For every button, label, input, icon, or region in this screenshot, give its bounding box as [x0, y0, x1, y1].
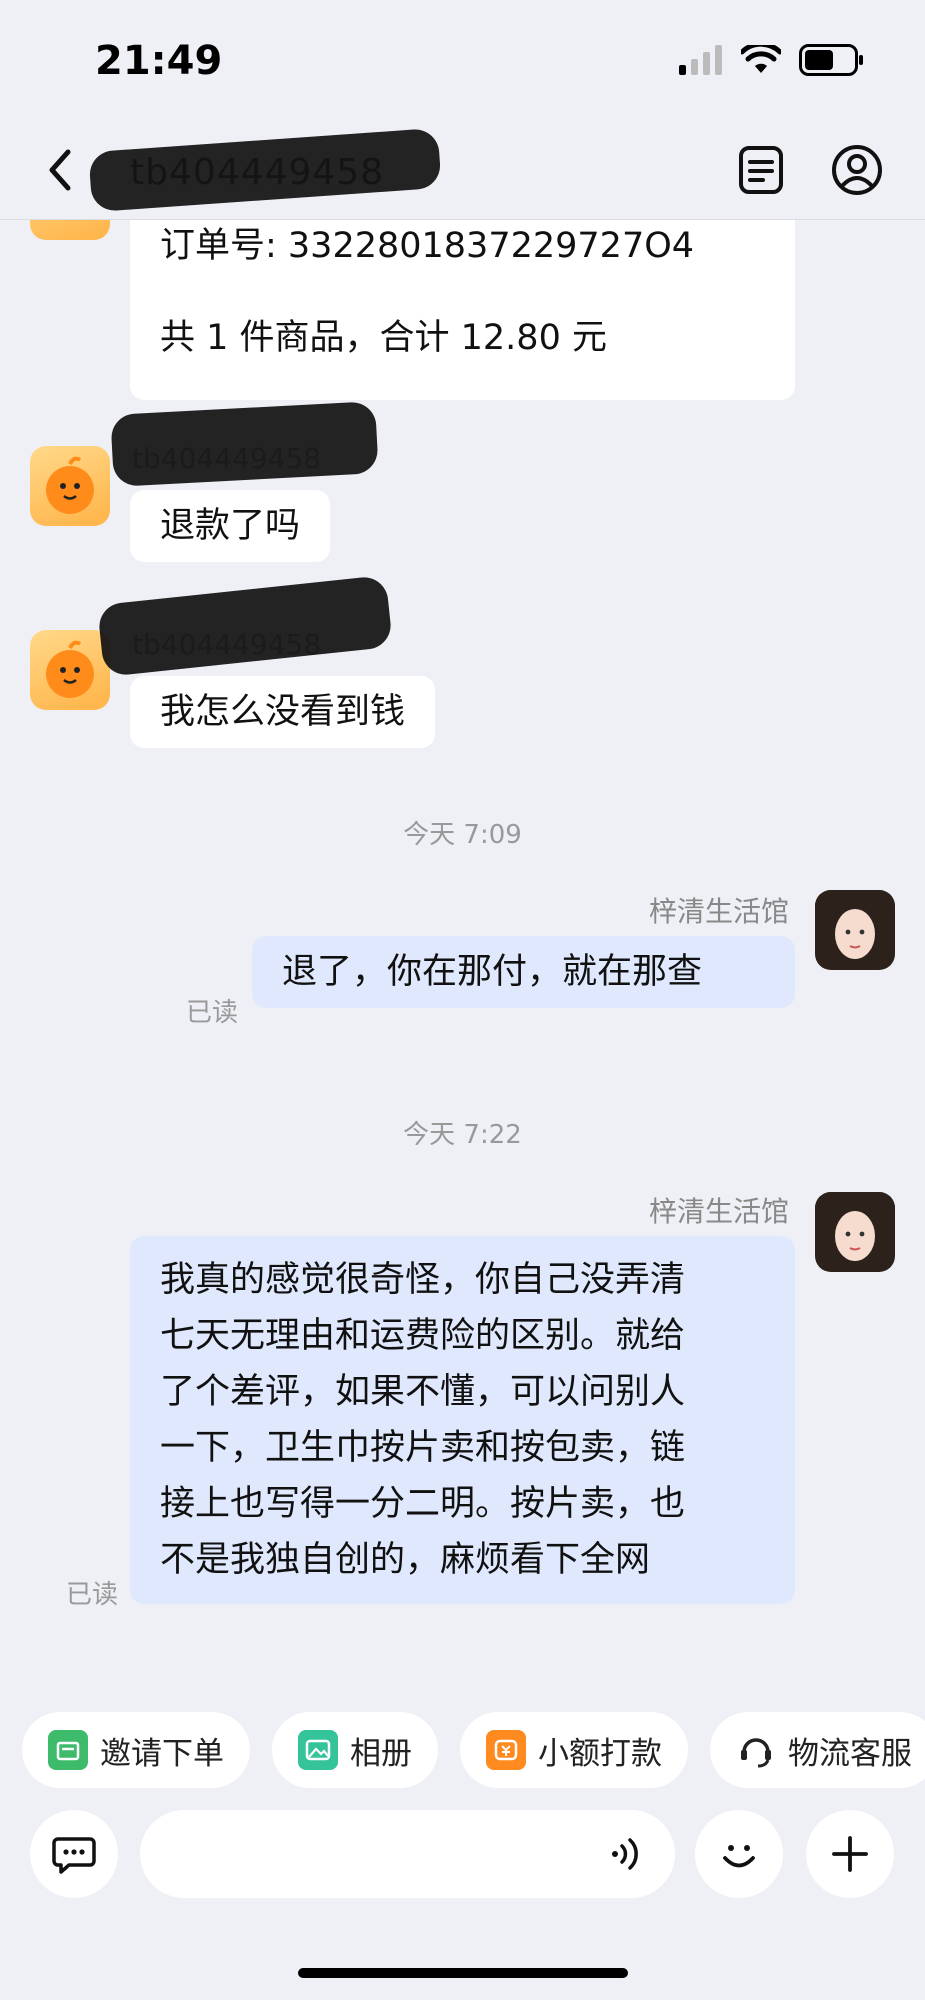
quick-action-bar[interactable]: 邀请下单 相册 小额打款 物流客服	[0, 1690, 925, 1810]
quick-reply-button[interactable]	[30, 1810, 118, 1898]
message-bubble[interactable]: 退款了吗	[130, 490, 331, 562]
message-text: 退了，你在那付，就在那查	[282, 952, 703, 992]
back-button[interactable]	[40, 142, 80, 198]
quick-action-logistics-service[interactable]: 物流客服	[710, 1712, 925, 1788]
voice-input-icon[interactable]	[605, 1832, 649, 1876]
chat-header: tb404449458	[0, 120, 925, 220]
album-icon	[298, 1730, 338, 1770]
redaction-mark	[97, 575, 393, 677]
message-text-line: 七天无理由和运费险的区别。就给	[160, 1316, 686, 1356]
message-text-line: 我真的感觉很奇怪，你自己没弄清	[160, 1260, 686, 1300]
signal-icon	[679, 45, 722, 75]
seller-avatar-image	[815, 1192, 895, 1272]
message-text-line: 不是我独自创的，麻烦看下全网	[160, 1540, 651, 1580]
message-input-bar	[0, 1810, 925, 1940]
message-input[interactable]	[140, 1810, 675, 1898]
quick-action-label: 小额打款	[538, 1735, 662, 1772]
timestamp-separator: 今天 7:22	[403, 1120, 522, 1150]
order-card-bubble[interactable]: 订单号: 3322801837229727O4 共 1 件商品，合计 12.80…	[130, 220, 795, 400]
message-bubble[interactable]: 我怎么没看到钱	[130, 676, 436, 748]
quick-action-label: 相册	[350, 1735, 412, 1772]
timestamp-separator: 今天 7:09	[403, 820, 522, 850]
read-receipt: 已读	[66, 1580, 119, 1610]
read-receipt: 已读	[186, 998, 239, 1028]
message-text: 我怎么没看到钱	[160, 692, 406, 732]
home-indicator	[298, 1968, 628, 1978]
battery-icon	[799, 44, 863, 76]
seller-avatar-image	[815, 890, 895, 970]
sender-name: 梓清生活馆	[648, 895, 789, 928]
status-icons	[679, 44, 865, 76]
chat-bubble-icon	[52, 1837, 96, 1874]
plus-icon	[832, 1836, 868, 1872]
wifi-icon	[741, 45, 781, 73]
message-text-line: 接上也写得一分二明。按片卖，也	[160, 1484, 686, 1524]
message-text-line: 了个差评，如果不懂，可以问别人	[160, 1372, 686, 1412]
invite-order-icon	[48, 1730, 88, 1770]
buyer-mascot-icon	[46, 456, 94, 514]
seller-avatar[interactable]	[815, 890, 895, 970]
message-text: 退款了吗	[160, 506, 301, 546]
status-time: 21:49	[95, 38, 223, 84]
buyer-avatar[interactable]	[30, 630, 110, 710]
more-options-button[interactable]	[806, 1810, 894, 1898]
quick-action-label: 物流客服	[788, 1735, 912, 1772]
seller-avatar[interactable]	[815, 1192, 895, 1272]
quick-action-label: 邀请下单	[100, 1735, 224, 1772]
user-profile-icon[interactable]	[829, 142, 885, 198]
order-summary: 共 1 件商品，合计 12.80 元	[160, 318, 607, 358]
order-list-icon[interactable]	[733, 142, 789, 198]
emoji-button[interactable]	[695, 1810, 783, 1898]
message-bubble[interactable]: 我真的感觉很奇怪，你自己没弄清 七天无理由和运费险的区别。就给 了个差评，如果不…	[130, 1236, 795, 1604]
status-bar: 21:49	[0, 0, 925, 120]
logistics-service-icon	[736, 1730, 776, 1770]
order-number: 订单号: 3322801837229727O4	[160, 226, 695, 266]
redaction-mark	[88, 127, 442, 213]
buyer-avatar[interactable]	[30, 220, 110, 240]
message-text-line: 一下，卫生巾按片卖和按包卖，链	[160, 1428, 686, 1468]
message-bubble[interactable]: 退了，你在那付，就在那查	[252, 936, 795, 1008]
small-payment-icon	[486, 1730, 526, 1770]
buyer-avatar[interactable]	[30, 446, 110, 526]
quick-action-small-payment[interactable]: 小额打款	[460, 1712, 688, 1788]
sender-name: 梓清生活馆	[648, 1195, 789, 1228]
buyer-mascot-icon	[46, 640, 94, 698]
quick-action-invite-order[interactable]: 邀请下单	[22, 1712, 250, 1788]
quick-action-album[interactable]: 相册	[272, 1712, 438, 1788]
chat-title-area[interactable]: tb404449458	[88, 127, 442, 213]
redaction-mark	[110, 401, 379, 487]
chat-message-list[interactable]: 订单号: 3322801837229727O4 共 1 件商品，合计 12.80…	[0, 220, 925, 1690]
smile-icon	[723, 1845, 755, 1868]
